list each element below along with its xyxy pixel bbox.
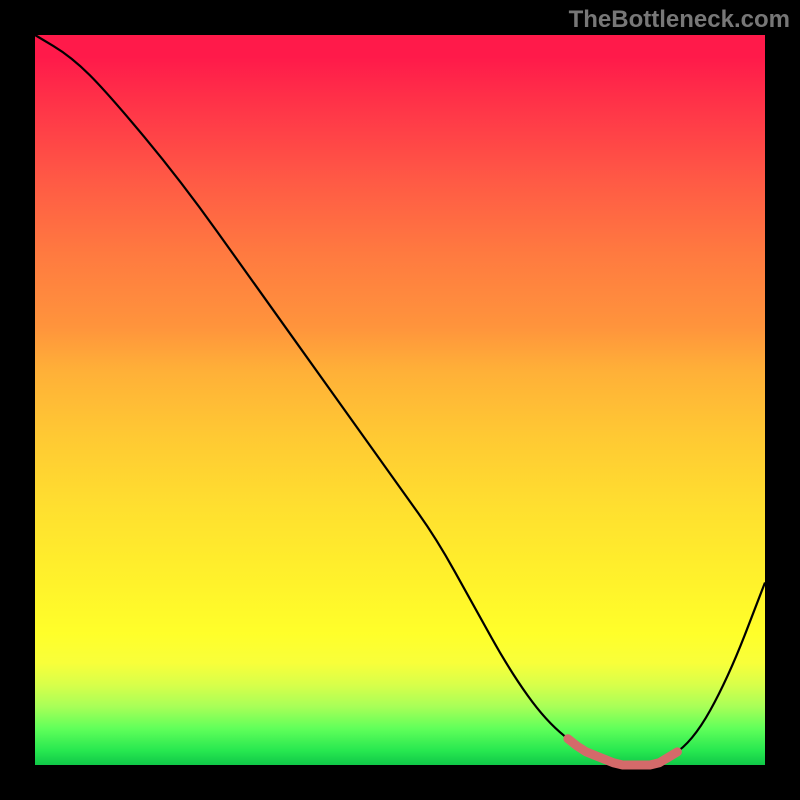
- bottleneck-curve-line: [35, 35, 765, 765]
- optimal-range-highlight: [568, 739, 678, 765]
- watermark-text: TheBottleneck.com: [569, 6, 790, 34]
- plot-area: [35, 35, 765, 765]
- chart-svg: [35, 35, 765, 765]
